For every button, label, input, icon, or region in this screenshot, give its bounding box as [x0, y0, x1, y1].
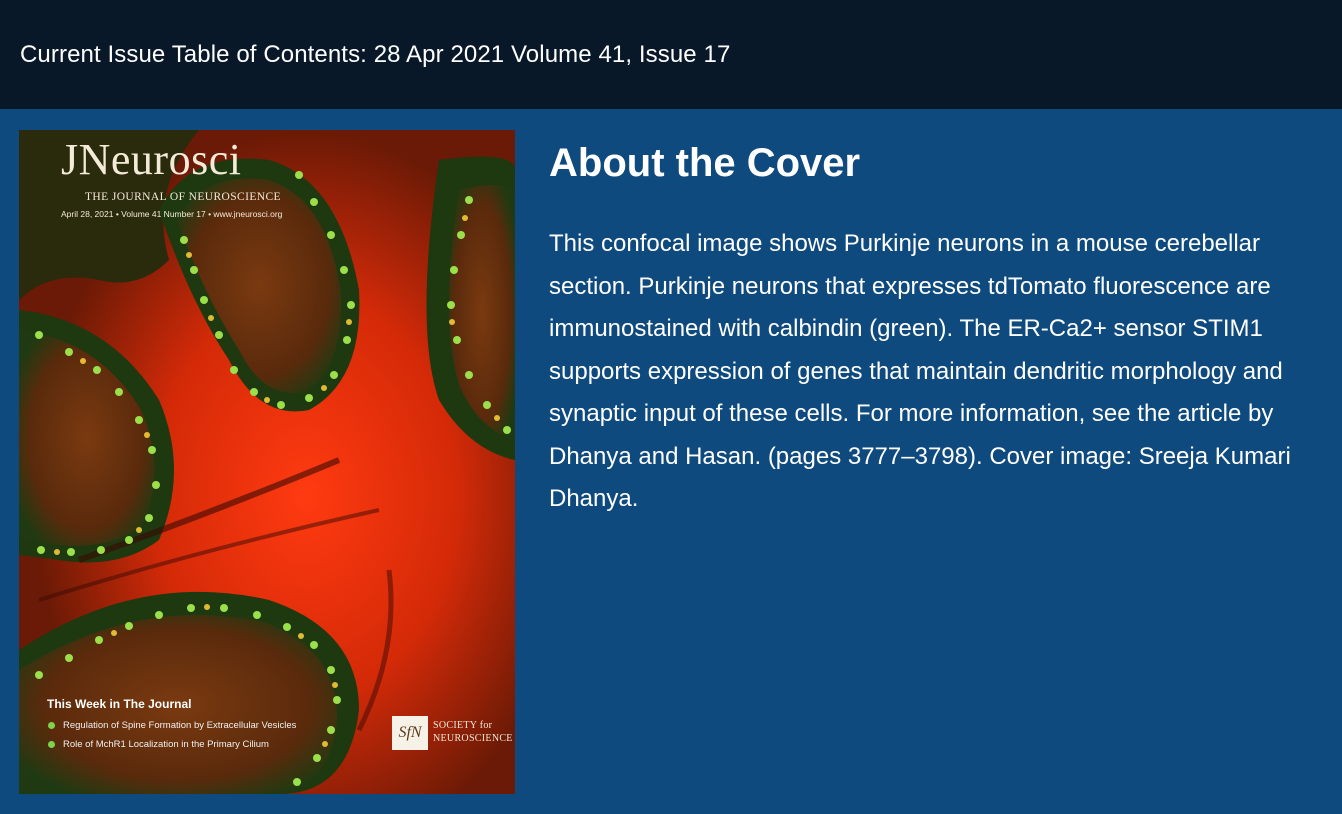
journal-cover-image[interactable]: JNeurosci THE JOURNAL OF NEUROSCIENCE Ap…	[19, 130, 515, 794]
cover-this-week-item: Regulation of Spine Formation by Extrace…	[63, 720, 297, 731]
about-heading: About the Cover	[549, 141, 861, 185]
sfn-name-line1: SOCIETY for	[433, 720, 493, 731]
about-the-cover-section: About the Cover This confocal image show…	[549, 139, 1319, 521]
issue-title: Current Issue Table of Contents: 28 Apr …	[20, 40, 731, 68]
sfn-name-line2: NEUROSCIENCE	[433, 732, 513, 744]
sfn-name: SOCIETY for NEUROSCIENCE	[433, 720, 513, 745]
cover-dateline: April 28, 2021 • Volume 41 Number 17 • w…	[61, 209, 283, 219]
bullet-icon	[48, 722, 55, 729]
cover-masthead: JNeurosci	[61, 135, 242, 184]
bullet-icon	[48, 741, 55, 748]
sfn-logo-icon: SfN	[392, 716, 428, 750]
about-body-text: This confocal image shows Purkinje neuro…	[549, 230, 1291, 512]
main-content: JNeurosci THE JOURNAL OF NEUROSCIENCE Ap…	[0, 109, 1342, 814]
cover-this-week-title: This Week in The Journal	[47, 697, 192, 711]
cover-this-week-item: Role of MchR1 Localization in the Primar…	[63, 739, 269, 750]
top-header-bar: Current Issue Table of Contents: 28 Apr …	[0, 0, 1342, 109]
cover-artwork	[19, 130, 515, 794]
cover-subtitle: THE JOURNAL OF NEUROSCIENCE	[85, 191, 281, 203]
